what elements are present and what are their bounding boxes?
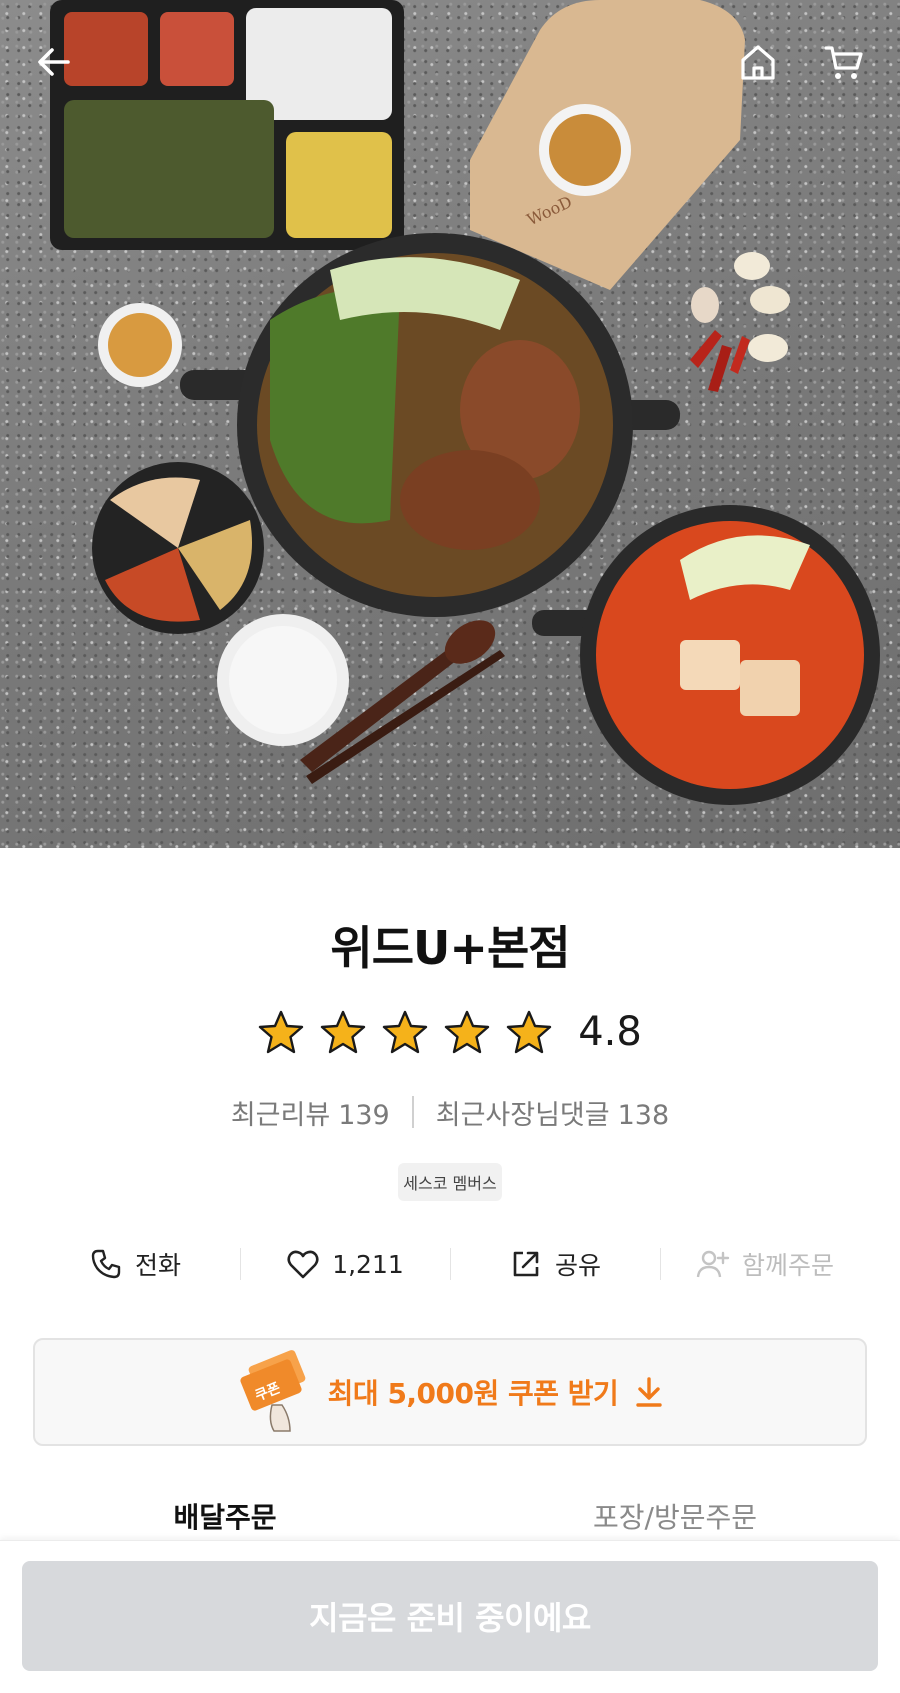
tab-delivery-order[interactable]: 배달주문 (0, 1496, 450, 1540)
recent-review-count: 139 (338, 1099, 390, 1131)
call-label: 전화 (134, 1251, 181, 1280)
coupon-ticket-icon: 쿠폰 (234, 1347, 314, 1437)
call-button[interactable]: 전화 (30, 1236, 240, 1292)
like-count: 1,211 (332, 1249, 404, 1279)
order-tabs: 배달주문 포장/방문주문 (0, 1496, 900, 1540)
order-button[interactable]: 지금은 준비 중이에요 (22, 1561, 878, 1671)
bottom-bar: 지금은 준비 중이에요 (0, 1540, 900, 1693)
divider (411, 1096, 414, 1128)
share-icon (513, 1251, 539, 1277)
share-label: 공유 (554, 1251, 601, 1280)
owner-reply-label: 최근사장님댓글 (435, 1099, 610, 1131)
star-icon (444, 1009, 490, 1055)
coupon-text: 최대 5,000원 쿠폰 받기 (327, 1377, 619, 1410)
tab-pickup-order[interactable]: 포장/방문주문 (450, 1496, 900, 1540)
star-icon (506, 1009, 552, 1055)
add-user-icon (696, 1250, 730, 1278)
heart-icon (287, 1250, 319, 1279)
cutting-board-image: WooD (470, 0, 745, 290)
home-button[interactable] (730, 34, 786, 90)
member-badge: 세스코 멤버스 (398, 1163, 502, 1201)
recent-review-link[interactable]: 최근리뷰 139 (231, 1093, 390, 1132)
group-order-button[interactable]: 함께주문 (660, 1236, 870, 1292)
home-icon (741, 45, 775, 80)
side-dish-image (92, 462, 264, 634)
owner-reply-link[interactable]: 최근사장님댓글 138 (436, 1093, 669, 1132)
coupon-banner[interactable]: 쿠폰 최대 5,000원 쿠폰 받기 (33, 1338, 867, 1446)
rating-row: 4.8 (0, 1004, 900, 1060)
cart-button[interactable] (816, 34, 872, 90)
star-icon (258, 1009, 304, 1055)
phone-icon (91, 1249, 121, 1279)
hero-photo: WooD (0, 0, 900, 848)
group-order-label: 함께주문 (741, 1251, 834, 1280)
store-name: 위드U+본점 (330, 921, 570, 975)
star-icon (382, 1009, 428, 1055)
garlic-pepper-image (690, 252, 790, 392)
arrow-left-icon (38, 48, 70, 76)
review-stats: 최근리뷰 139 최근사장님댓글 138 (0, 1092, 900, 1132)
like-button[interactable]: 1,211 (240, 1236, 450, 1292)
star-icon (320, 1009, 366, 1055)
bento-box-image (50, 0, 404, 250)
share-button[interactable]: 공유 (450, 1236, 660, 1292)
cart-icon (824, 46, 863, 79)
recent-review-label: 최근리뷰 (230, 1099, 331, 1131)
back-button[interactable] (26, 34, 82, 90)
download-icon (636, 1377, 663, 1407)
rating-value: 4.8 (578, 1009, 642, 1055)
food-photo: WooD (50, 0, 880, 805)
owner-reply-count: 138 (617, 1099, 670, 1131)
action-row: 전화 1,211 공유 함께주문 (30, 1236, 870, 1292)
